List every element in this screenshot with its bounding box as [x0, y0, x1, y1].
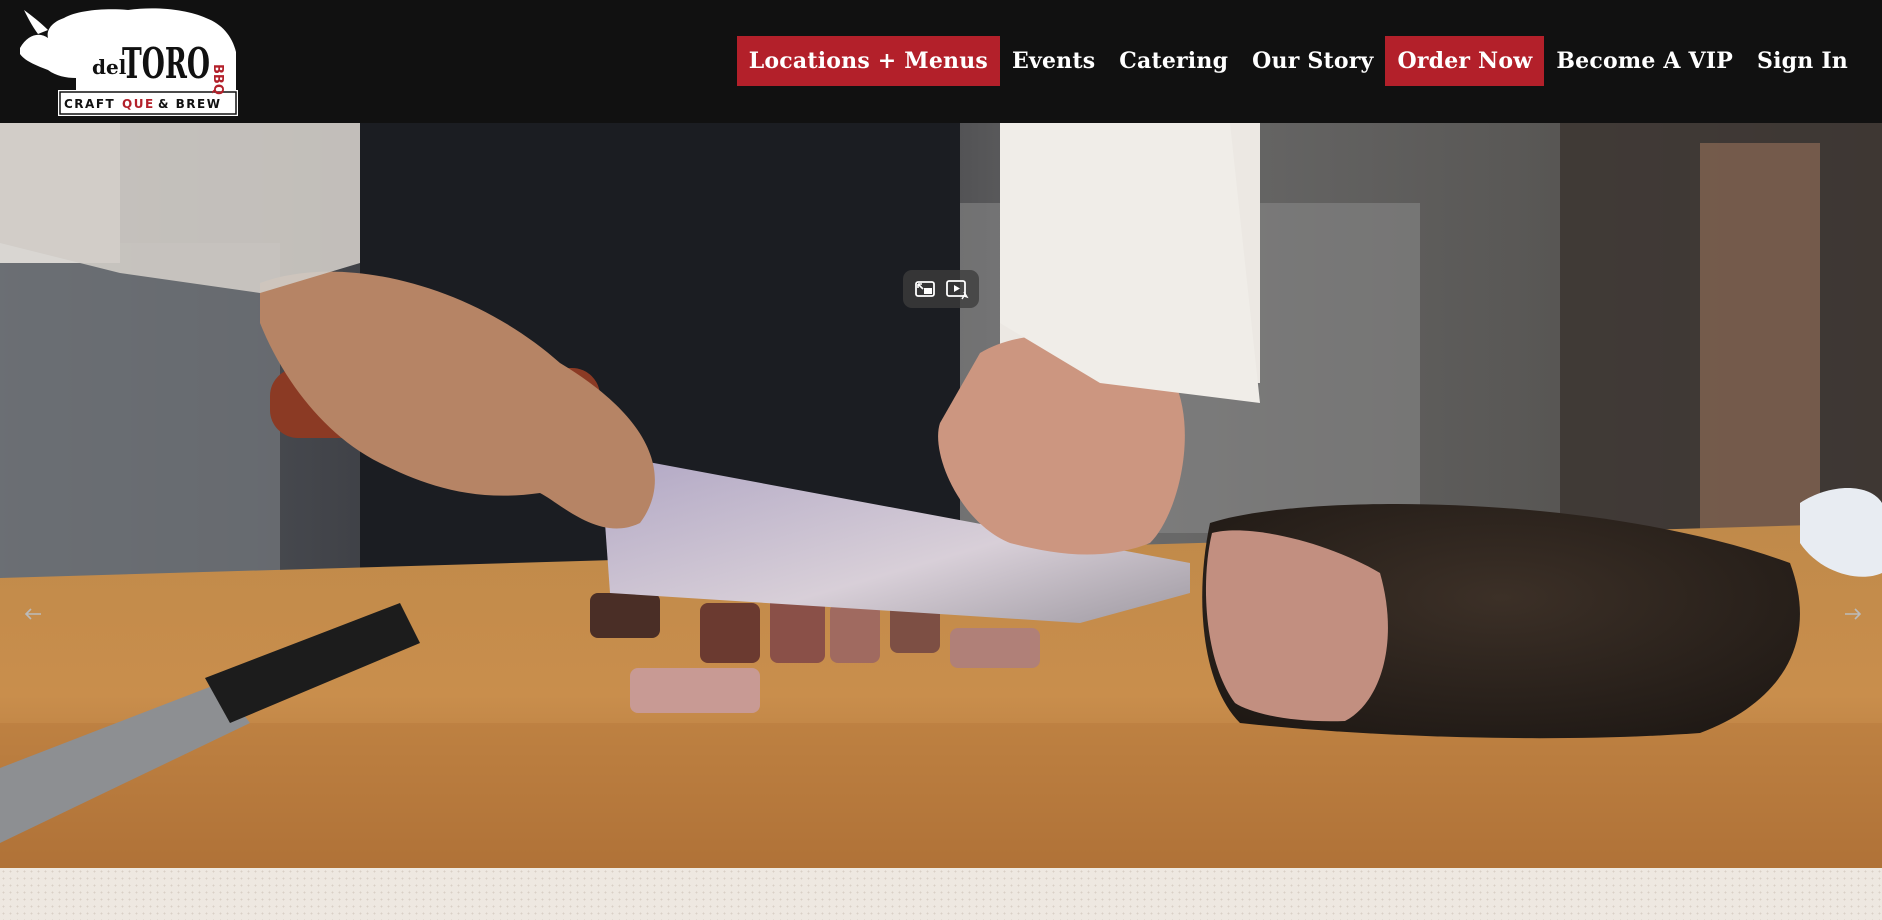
nav-locations-menus[interactable]: Locations + Menus	[736, 36, 1000, 86]
nav-sign-in[interactable]: Sign In	[1745, 36, 1860, 86]
video-controls	[903, 270, 979, 308]
nav-become-a-vip[interactable]: Become A VIP	[1544, 36, 1745, 86]
picture-in-picture-exit-icon[interactable]	[912, 276, 938, 302]
svg-text:QUE: QUE	[122, 97, 155, 111]
svg-text:TORO: TORO	[122, 39, 210, 88]
hero-video	[0, 123, 1882, 868]
hero-video-frame	[0, 123, 1882, 868]
svg-text:& BREW: & BREW	[158, 97, 221, 111]
video-play-icon[interactable]	[944, 276, 970, 302]
svg-text:CRAFT: CRAFT	[64, 97, 115, 111]
nav-catering[interactable]: Catering	[1107, 36, 1240, 86]
site-logo[interactable]: del TORO BBQ CRAFT QUE & BREW	[18, 4, 240, 118]
svg-text:BBQ: BBQ	[210, 64, 225, 95]
nav-our-story[interactable]: Our Story	[1240, 36, 1385, 86]
arrow-left-icon[interactable]	[18, 601, 48, 627]
nav-order-now[interactable]: Order Now	[1385, 36, 1545, 86]
main-nav: Locations + Menus Events Catering Our St…	[736, 36, 1860, 86]
nav-events[interactable]: Events	[1000, 36, 1107, 86]
content-section-background	[0, 868, 1882, 920]
arrow-right-icon[interactable]	[1838, 601, 1868, 627]
top-navigation-bar: del TORO BBQ CRAFT QUE & BREW Locations …	[0, 0, 1882, 123]
